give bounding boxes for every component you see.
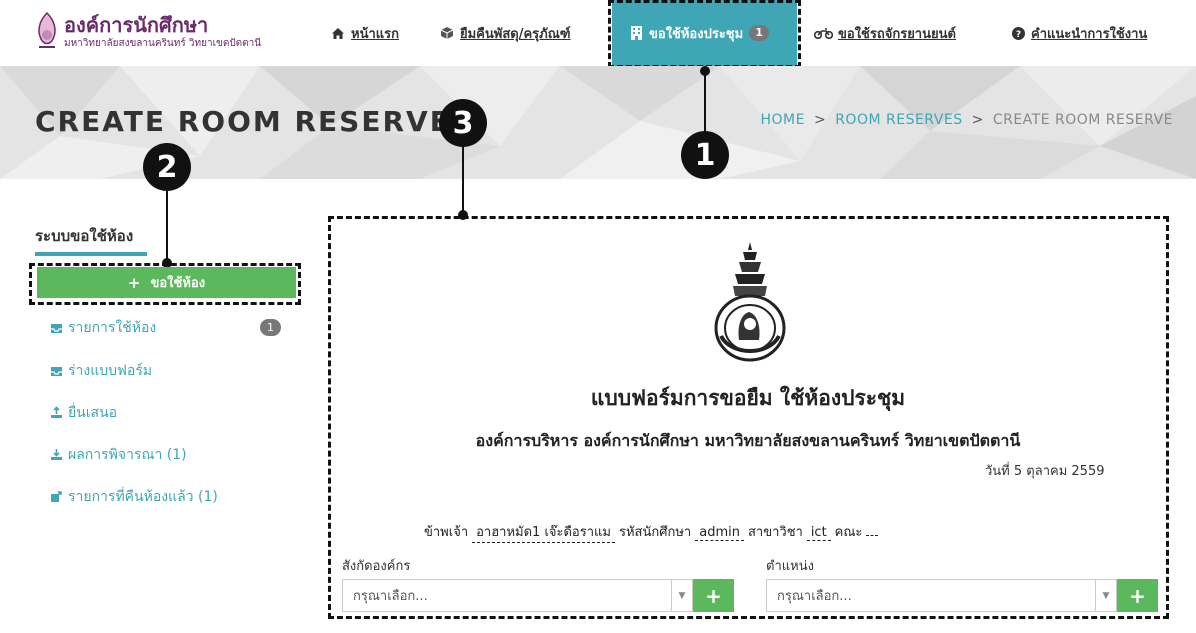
chevron-down-icon[interactable]: ▼: [671, 580, 692, 611]
brand-logo-icon: [38, 11, 56, 48]
form-subtitle: องค์การบริหาร องค์การนักศึกษา มหาวิทยาลั…: [475, 431, 1021, 450]
declaration-student-id-value: admin: [695, 525, 744, 541]
declaration-label-name: ข้าพเจ้า: [424, 525, 469, 540]
breadcrumb-room-reserves[interactable]: ROOM RESERVES: [835, 112, 962, 128]
nav-vehicle-label: ขอใช้รถจักรยานยนต์: [838, 26, 956, 42]
chevron-down-icon[interactable]: ▼: [1095, 580, 1116, 611]
nav-home-label: หน้าแรก: [351, 26, 399, 42]
motorcycle-icon: [813, 26, 833, 40]
sidebar-item-label: รายการใช้ห้อง: [68, 320, 157, 336]
breadcrumb-current: CREATE ROOM RESERVE: [992, 112, 1173, 128]
sidebar-item-draft[interactable]: ร่างแบบฟอร์ม: [50, 360, 152, 382]
org-select-placeholder: กรุณาเลือก...: [353, 589, 428, 604]
highlight-box-1: [608, 0, 801, 68]
plus-icon: +: [705, 583, 722, 608]
top-navbar: องค์การนักศึกษา มหาวิทยาลัยสงขลานครินทร์…: [0, 0, 1196, 66]
home-icon: [330, 26, 346, 40]
brand-subtitle: มหาวิทยาลัยสงขลานครินทร์ วิทยาเขตปัตตานี: [64, 38, 262, 49]
sidebar-heading-underline: [35, 252, 147, 256]
sidebar-heading: ระบบขอใช้ห้อง: [35, 227, 134, 245]
declaration-faculty-value: [866, 535, 879, 536]
declaration-label-faculty: คณะ: [834, 525, 863, 540]
sidebar-item-label: ร่างแบบฟอร์ม: [68, 363, 153, 379]
sidebar-item-label: รายการที่คืนห้องแล้ว (1): [68, 489, 218, 505]
brand[interactable]: องค์การนักศึกษา มหาวิทยาลัยสงขลานครินทร์…: [33, 9, 261, 57]
callout-1: 1: [681, 131, 729, 179]
question-circle-icon: ?: [1010, 26, 1026, 40]
declaration-major-value: ict: [806, 525, 831, 541]
callout-3: 3: [439, 99, 487, 147]
declaration-label-student-id: รหัสนักศึกษา: [618, 525, 692, 540]
breadcrumb-separator: >: [971, 112, 984, 128]
nav-borrow-label: ยืมคืนพัสดุ/ครุภัณฑ์: [460, 26, 571, 42]
position-select-placeholder: กรุณาเลือก...: [777, 589, 852, 604]
callout-2: 2: [143, 143, 191, 191]
declaration-line: ข้าพเจ้า อาฮาหมัด1 เจ๊ะดือราแม รหัสนักศึกษ…: [424, 521, 882, 543]
share-icon: [50, 490, 64, 504]
form-date: วันที่ 5 ตุลาคม 2559: [985, 464, 1105, 479]
declaration-name-value: อาฮาหมัด1 เจ๊ะดือราแม: [472, 521, 615, 543]
sidebar-item-room-list[interactable]: รายการใช้ห้อง: [50, 317, 156, 339]
callout-1-line: [704, 70, 706, 132]
sidebar-item-submit[interactable]: ยื่นเสนอ: [50, 402, 117, 424]
breadcrumb: HOME > ROOM RESERVES > CREATE ROOM RESERVE: [760, 112, 1173, 128]
svg-text:?: ?: [1015, 30, 1020, 40]
callout-2-line: [166, 190, 168, 262]
add-position-button[interactable]: +: [1117, 579, 1158, 612]
upload-tray-icon: [50, 406, 64, 420]
org-select[interactable]: กรุณาเลือก... ▼: [342, 579, 693, 612]
nav-help[interactable]: ? คำแนะนำการใช้งาน: [1010, 0, 1147, 66]
position-select[interactable]: กรุณาเลือก... ▼: [766, 579, 1117, 612]
nav-vehicle[interactable]: ขอใช้รถจักรยานยนต์: [813, 0, 956, 66]
nav-help-label: คำแนะนำการใช้งาน: [1031, 26, 1148, 42]
form-title: แบบฟอร์มการขอยืม ใช้ห้องประชุม: [590, 386, 906, 410]
download-tray-icon: [50, 448, 64, 462]
sidebar-item-returned[interactable]: รายการที่คืนห้องแล้ว (1): [50, 486, 218, 508]
breadcrumb-home[interactable]: HOME: [760, 112, 804, 128]
add-org-button[interactable]: +: [693, 579, 734, 612]
declaration-label-major: สาขาวิชา: [747, 525, 803, 540]
position-label: ตำแหน่ง: [766, 559, 814, 574]
page-title: CREATE ROOM RESERVE: [35, 105, 451, 138]
breadcrumb-separator: >: [813, 112, 827, 128]
plus-icon: +: [1129, 583, 1146, 608]
sidebar-room-list-badge: 1: [260, 319, 281, 336]
nav-borrow[interactable]: ยืมคืนพัสดุ/ครุภัณฑ์: [439, 0, 571, 66]
add-room-request-label: ขอใช้ห้อง: [150, 276, 206, 291]
sidebar-item-label: ผลการพิจารณา (1): [68, 447, 187, 463]
inbox-icon: [50, 321, 64, 335]
sidebar-item-result[interactable]: ผลการพิจารณา (1): [50, 444, 187, 466]
add-room-request-button[interactable]: + ขอใช้ห้อง: [37, 267, 296, 298]
callout-3-line: [462, 146, 464, 214]
plus-icon: +: [127, 273, 141, 292]
nav-home[interactable]: หน้าแรก: [330, 0, 399, 66]
cube-icon: [439, 26, 455, 40]
inbox-icon: [50, 364, 64, 378]
university-emblem-icon: [714, 242, 786, 362]
sidebar-item-label: ยื่นเสนอ: [68, 405, 118, 421]
org-label: สังกัดองค์กร: [342, 559, 411, 574]
